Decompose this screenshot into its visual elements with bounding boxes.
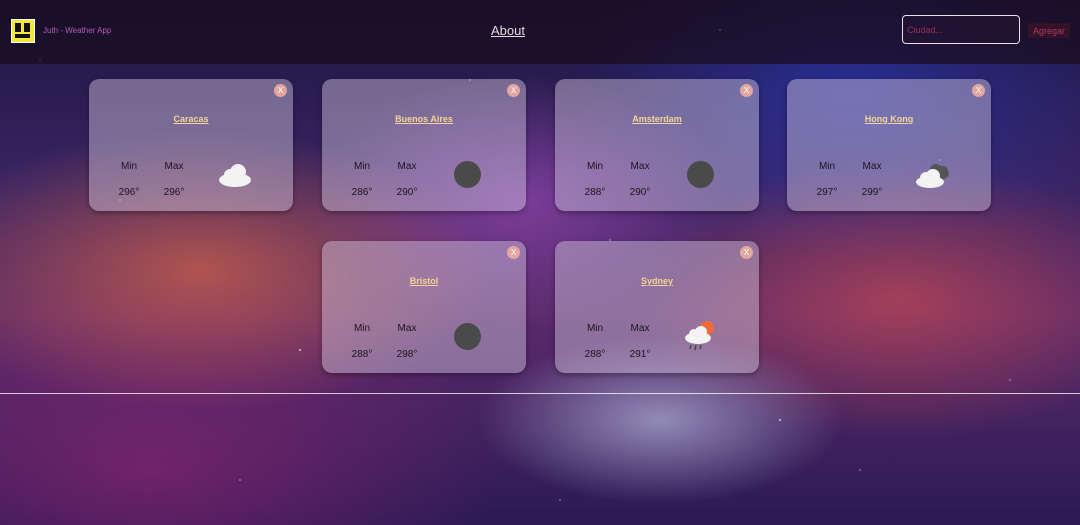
max-label: Max <box>164 161 184 172</box>
max-temperature: 290° <box>629 187 651 198</box>
app-title: Juth - Weather App <box>43 26 112 35</box>
weather-card-caracas: X Caracas Min Max 296° 296° <box>89 79 293 211</box>
min-label: Min <box>586 161 604 172</box>
min-temperature: 296° <box>118 187 140 198</box>
max-label: Max <box>630 161 650 172</box>
min-temperature: 288° <box>351 349 373 360</box>
dark-circle-icon <box>449 320 487 354</box>
close-card-button[interactable]: X <box>507 246 520 259</box>
add-city-button[interactable]: Agregar <box>1028 23 1070 38</box>
city-link[interactable]: Bristol <box>322 276 526 286</box>
max-temperature: 299° <box>861 187 883 198</box>
weather-card-hong-kong: X Hong Kong Min Max 297° 299° <box>787 79 991 211</box>
max-temperature: 290° <box>396 187 418 198</box>
app-logo[interactable] <box>11 19 35 43</box>
about-link[interactable]: About <box>480 23 536 38</box>
close-card-button[interactable]: X <box>972 84 985 97</box>
max-label: Max <box>630 323 650 334</box>
city-link[interactable]: Sydney <box>555 276 759 286</box>
city-link[interactable]: Caracas <box>89 114 293 124</box>
max-temperature: 296° <box>163 187 185 198</box>
max-temperature: 298° <box>396 349 418 360</box>
min-label: Min <box>120 161 138 172</box>
max-label: Max <box>397 161 417 172</box>
close-card-button[interactable]: X <box>740 246 753 259</box>
min-label: Min <box>586 323 604 334</box>
broken-clouds-icon <box>914 158 952 192</box>
navbar: Juth - Weather App About Agregar <box>0 0 1080 64</box>
close-card-button[interactable]: X <box>274 84 287 97</box>
weather-card-buenos-aires: X Buenos Aires Min Max 286° 290° <box>322 79 526 211</box>
max-label: Max <box>862 161 882 172</box>
city-link[interactable]: Buenos Aires <box>322 114 526 124</box>
city-link[interactable]: Hong Kong <box>787 114 991 124</box>
max-label: Max <box>397 323 417 334</box>
weather-card-sydney: X Sydney Min Max 288° 291° <box>555 241 759 373</box>
min-label: Min <box>818 161 836 172</box>
weather-card-amsterdam: X Amsterdam Min Max 288° 290° <box>555 79 759 211</box>
dark-circle-icon <box>449 158 487 192</box>
weather-card-bristol: X Bristol Min Max 288° 298° <box>322 241 526 373</box>
min-temperature: 288° <box>584 349 606 360</box>
min-label: Min <box>353 323 371 334</box>
min-temperature: 288° <box>584 187 606 198</box>
horizontal-divider <box>0 393 1080 394</box>
close-card-button[interactable]: X <box>507 84 520 97</box>
min-temperature: 286° <box>351 187 373 198</box>
cloud-icon <box>216 158 254 192</box>
min-label: Min <box>353 161 371 172</box>
city-search-input[interactable] <box>902 15 1020 44</box>
close-card-button[interactable]: X <box>740 84 753 97</box>
max-temperature: 291° <box>629 349 651 360</box>
min-temperature: 297° <box>816 187 838 198</box>
sun-cloud-rain-icon <box>682 320 720 354</box>
dark-circle-icon <box>682 158 720 192</box>
city-link[interactable]: Amsterdam <box>555 114 759 124</box>
